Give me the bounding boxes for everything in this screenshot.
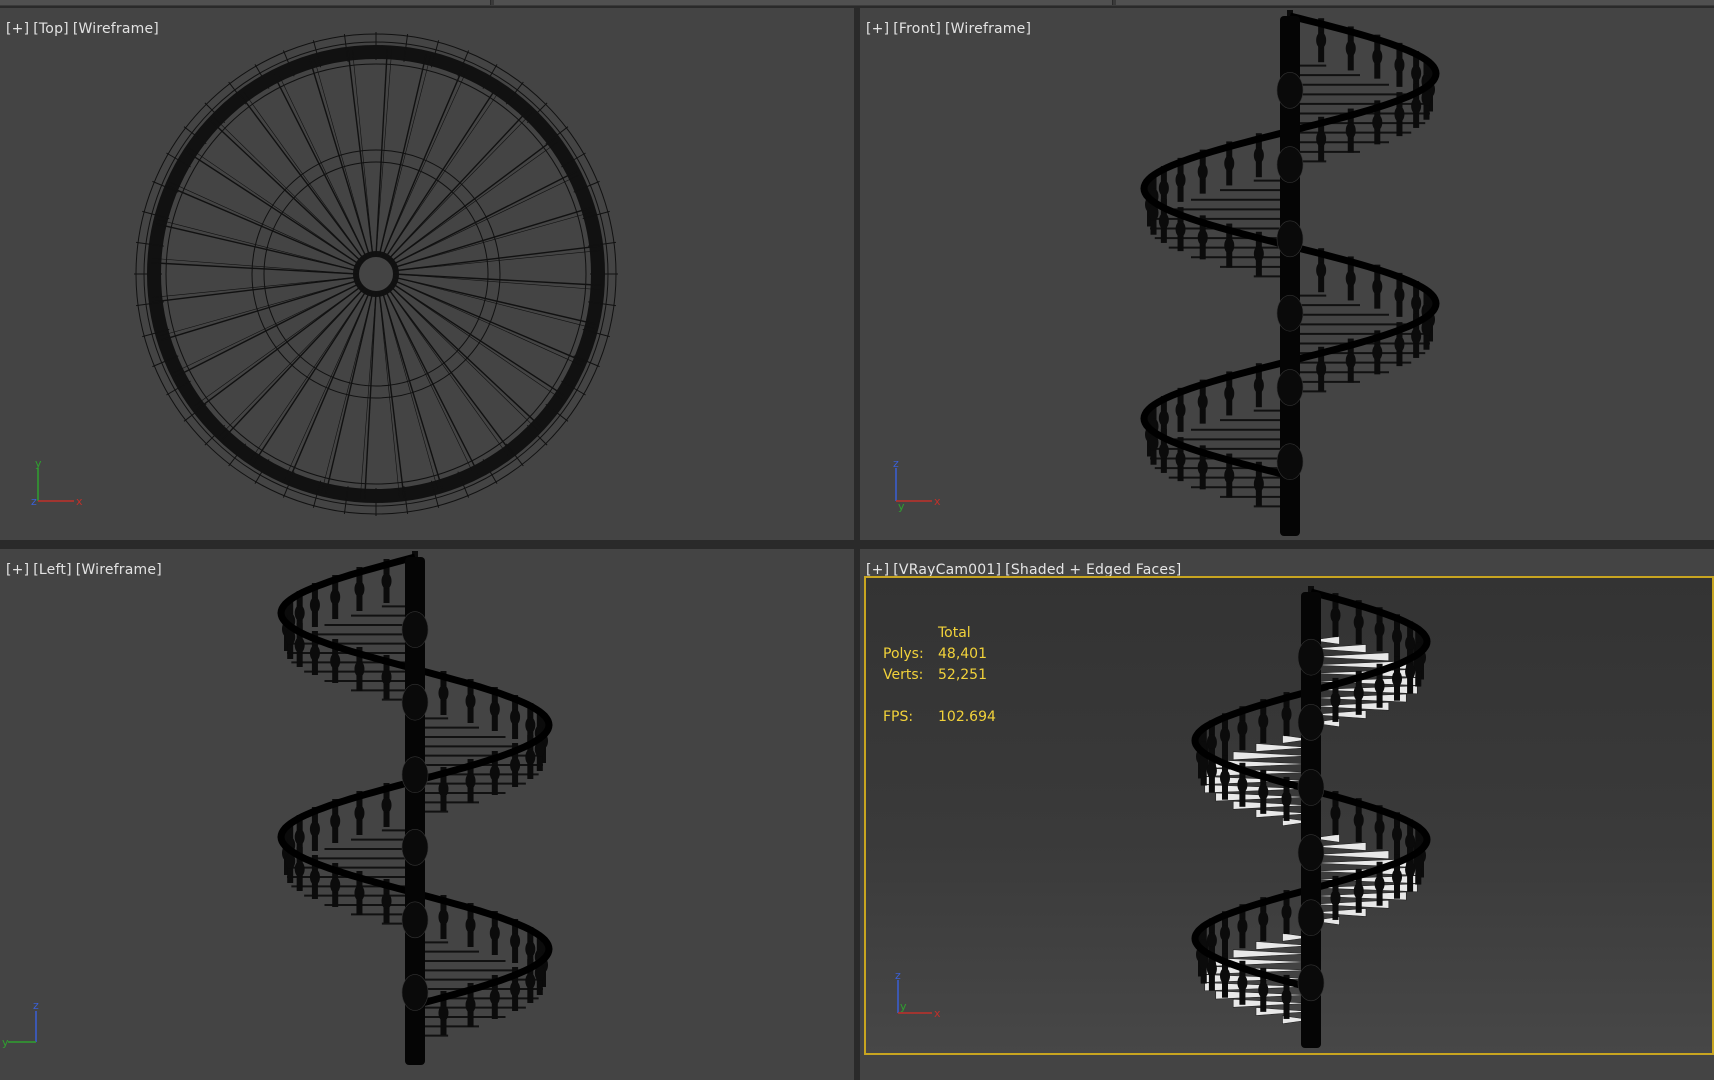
- axis-label-y: y: [2, 1036, 9, 1049]
- top-toolbar-strip: [0, 0, 1714, 6]
- axis-label-x: x: [934, 495, 941, 508]
- axis-gizmo-left: z y: [0, 999, 60, 1063]
- axis-label-x: x: [934, 1007, 941, 1020]
- front-spiral-stair-wireframe: [1140, 10, 1440, 536]
- camera-spiral-stair-render: [1191, 586, 1431, 1048]
- camera-safe-frame: Total Polys: 48,401 Verts: 52,251 FPS: 102.…: [864, 576, 1714, 1055]
- toolbar-segment[interactable]: [494, 0, 1113, 5]
- axis-label-x: x: [76, 495, 83, 508]
- axis-label-z: z: [893, 457, 899, 470]
- axis-gizmo-camera: z x y: [886, 969, 946, 1034]
- left-spiral-stair-wireframe: [277, 551, 553, 1065]
- axis-gizmo-front: z x y: [884, 457, 944, 522]
- axis-label-z: z: [31, 495, 37, 508]
- axis-gizmo-top: y x z: [26, 457, 86, 522]
- toolbar-segment[interactable]: [1116, 0, 1714, 5]
- top-wheel-wireframe: [134, 32, 618, 516]
- toolbar-segment[interactable]: [0, 0, 491, 5]
- axis-label-z: z: [895, 969, 901, 982]
- axis-label-y: y: [898, 500, 905, 513]
- viewport-left[interactable]: [+] [Left] [Wireframe] z y: [0, 549, 854, 1080]
- axis-label-y: y: [35, 457, 42, 470]
- axis-label-z: z: [33, 999, 39, 1012]
- viewport-front[interactable]: [+] [Front] [Wireframe] z x y: [860, 8, 1714, 540]
- axis-label-y: y: [900, 1000, 907, 1013]
- viewport-top[interactable]: [+] [Top] [Wireframe] y x z: [0, 8, 854, 540]
